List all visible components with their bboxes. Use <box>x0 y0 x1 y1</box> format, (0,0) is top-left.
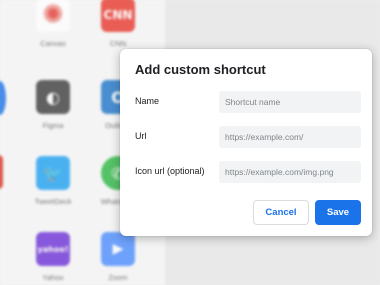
app-label: CNN <box>109 39 127 48</box>
app-label: TweetDeck <box>34 197 72 206</box>
save-button[interactable]: Save <box>315 200 361 225</box>
app-tile-zoom[interactable]: ▶ Zoom <box>88 232 148 282</box>
url-input[interactable] <box>219 126 361 148</box>
app-tile-figma[interactable]: ◐ Figma <box>23 80 83 130</box>
app-tile-cnn[interactable]: CNN CNN <box>88 0 148 48</box>
zoom-icon: ▶ <box>101 232 135 266</box>
app-label: Canvas <box>40 39 66 48</box>
yahoo-icon: yahoo! <box>36 232 70 266</box>
add-shortcut-dialog: Add custom shortcut Name Url Icon url (o… <box>120 49 372 236</box>
url-label: Url <box>135 131 147 141</box>
cancel-button[interactable]: Cancel <box>253 200 309 225</box>
app-tile-yahoo[interactable]: yahoo! Yahoo <box>23 232 83 282</box>
edge-app-icon <box>0 155 3 189</box>
name-input[interactable] <box>219 91 361 113</box>
app-tile-tweetdeck[interactable]: 🐦 TweetDeck <box>23 156 83 206</box>
app-label: Figma <box>42 121 64 130</box>
cnn-icon: CNN <box>101 0 135 32</box>
app-label: Yahoo <box>42 273 64 282</box>
icon-url-input[interactable] <box>219 161 361 183</box>
dialog-title: Add custom shortcut <box>135 62 266 77</box>
app-tile-canvas[interactable]: ✺ Canvas <box>23 0 83 48</box>
canvas-icon: ✺ <box>36 0 70 32</box>
tweetdeck-icon: 🐦 <box>36 156 70 190</box>
figma-icon: ◐ <box>36 80 70 114</box>
app-label: Zoom <box>108 273 128 282</box>
name-label: Name <box>135 96 160 106</box>
icon-url-label: Icon url (optional) <box>135 166 205 176</box>
